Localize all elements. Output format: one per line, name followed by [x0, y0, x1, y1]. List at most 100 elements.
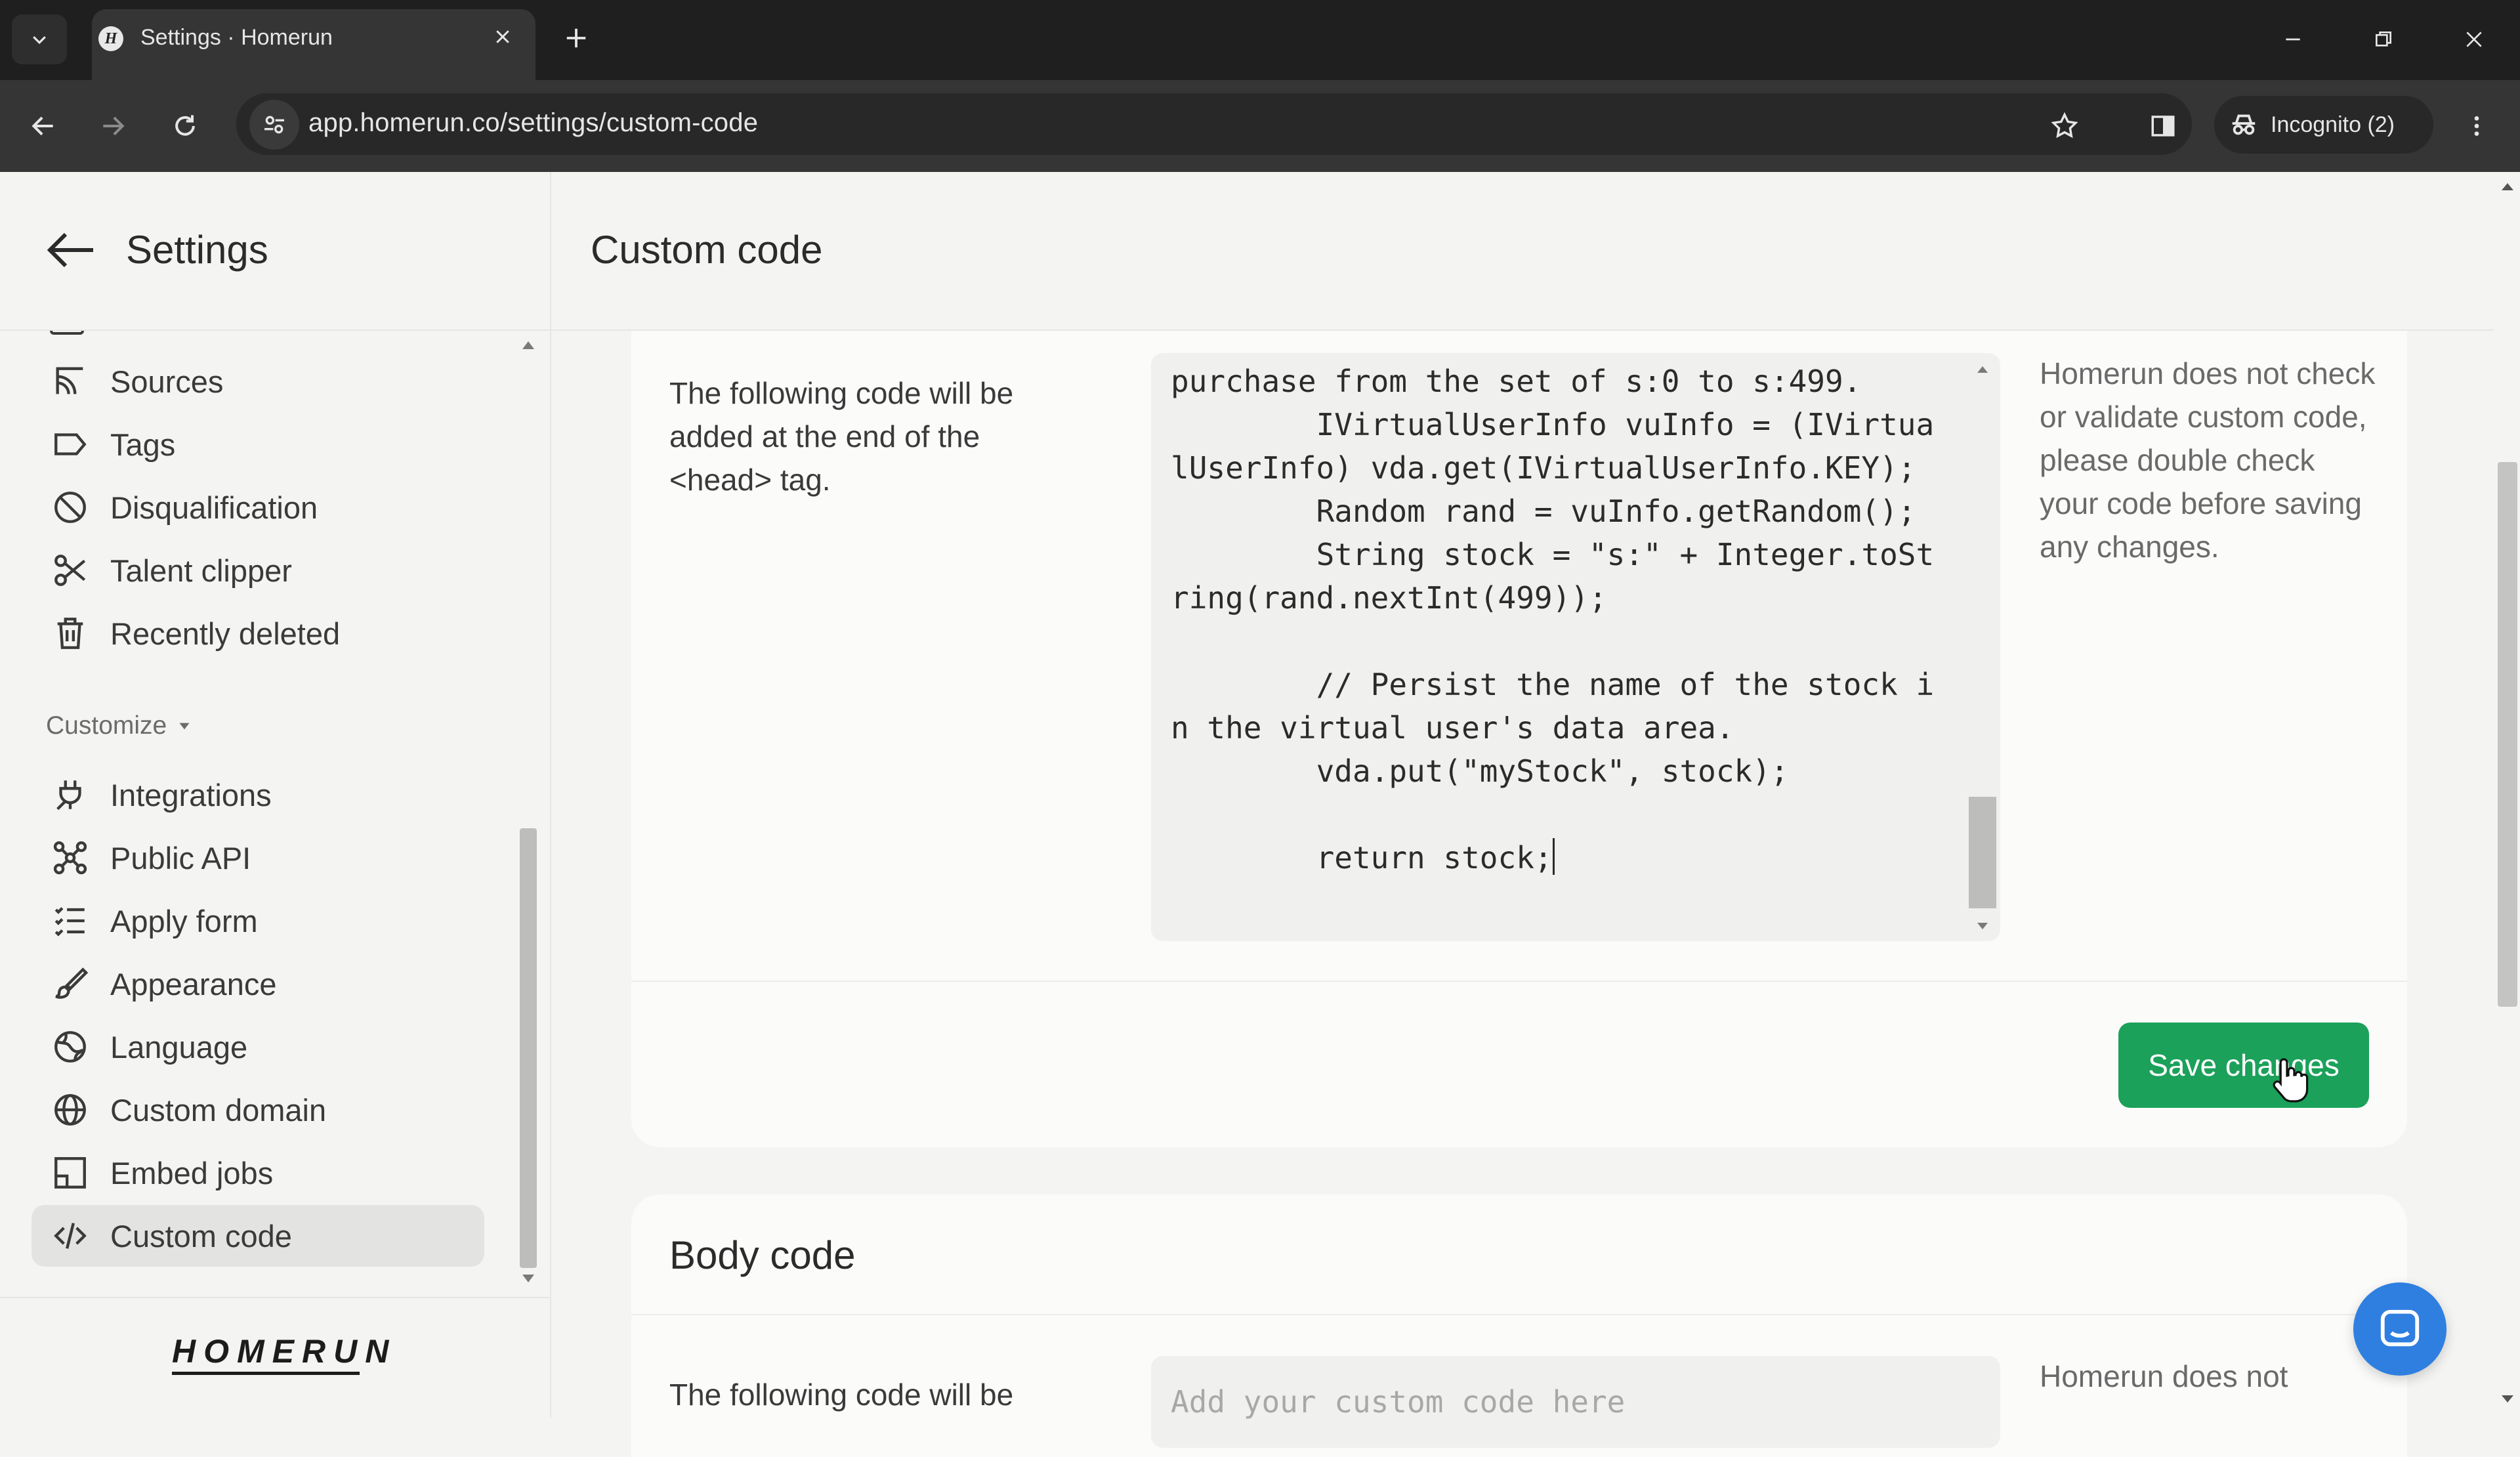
sidebar-scroll-thumb[interactable] [520, 828, 537, 1268]
new-tab-button[interactable] [558, 20, 595, 56]
globe-icon [49, 1088, 92, 1131]
reload-icon [175, 115, 195, 136]
sidebar-item-label: Custom code [110, 1218, 292, 1254]
sidebar-item-talent-clipper[interactable]: Talent clipper [32, 539, 484, 601]
restore-icon [2376, 32, 2391, 47]
chat-launcher-button[interactable] [2353, 1282, 2446, 1376]
close-window-button[interactable] [2448, 13, 2500, 66]
site-info-button[interactable] [249, 100, 299, 150]
arrow-left-icon [32, 116, 53, 136]
embed-icon [49, 1151, 92, 1194]
sidebar-item-integrations[interactable]: Integrations [32, 764, 484, 826]
scroll-up-icon [2502, 183, 2513, 190]
sidebar-title: Settings [126, 228, 268, 272]
close-icon [2466, 32, 2482, 47]
sidebar-item-tags[interactable]: Tags [32, 413, 484, 475]
sidebar-item-apply-form[interactable]: Apply form [32, 890, 484, 952]
star-icon [2051, 112, 2078, 138]
arrow-left-icon [47, 232, 93, 268]
sidebar-divider [0, 1297, 550, 1298]
head-code-editor[interactable]: purchase from the set of s:0 to s:499. I… [1151, 353, 2000, 941]
sidebar-item-label: Tags [110, 427, 176, 462]
chevron-down-icon [33, 36, 46, 45]
homerun-logo: HOMERUN [172, 1333, 397, 1370]
brush-icon [49, 962, 92, 1005]
scroll-up-icon[interactable] [1969, 360, 1996, 379]
scissors-icon [49, 549, 92, 592]
forward-button[interactable] [87, 100, 139, 152]
sidebar-item-custom-code[interactable]: Custom code [32, 1205, 484, 1267]
code-icon [49, 1214, 92, 1257]
logo-underline [172, 1372, 360, 1375]
list-icon [49, 899, 92, 942]
scroll-down-icon [522, 1275, 534, 1282]
sidebar-item-recently-deleted[interactable]: Recently deleted [32, 602, 484, 664]
sources-icon [49, 360, 92, 403]
close-icon [496, 30, 509, 43]
body-code-input[interactable] [1151, 1356, 2000, 1448]
head-code-description: The following code will be added at the … [669, 376, 1014, 497]
code-editor-scroll-thumb[interactable] [1969, 797, 1996, 908]
scroll-down-icon[interactable] [1969, 916, 1996, 936]
language-icon [49, 1025, 92, 1068]
sidebar-item-label: Sources [110, 364, 224, 399]
api-icon [49, 836, 92, 879]
caret-down-icon [179, 723, 190, 730]
back-button[interactable] [17, 100, 70, 152]
page-scroll-thumb[interactable] [2498, 462, 2517, 1007]
incognito-indicator[interactable]: Incognito (2) [2214, 96, 2433, 154]
head-code-text[interactable]: purchase from the set of s:0 to s:499. I… [1171, 360, 1952, 879]
side-panel-button[interactable] [2137, 100, 2189, 152]
sidebar-item-custom-domain[interactable]: Custom domain [32, 1079, 484, 1141]
plus-icon [566, 28, 586, 48]
body-code-warning-note: Homerun does not [2040, 1359, 2288, 1393]
body-code-title: Body code [669, 1233, 856, 1277]
sidebar-item-label: Integrations [110, 777, 272, 813]
sidebar-item-label: Custom domain [110, 1092, 327, 1128]
tab-close-button[interactable] [486, 20, 520, 54]
url-text[interactable]: app.homerun.co/settings/custom-code [308, 108, 758, 138]
incognito-icon [2232, 114, 2256, 135]
plug-icon [49, 773, 92, 816]
head-code-warning-note: Homerun does not check or validate custo… [2040, 356, 2376, 564]
bookmark-button[interactable] [2038, 100, 2091, 152]
sidebar-item-embed-jobs[interactable]: Embed jobs [32, 1142, 484, 1204]
sidebar-item-disqualification[interactable]: Disqualification [32, 476, 484, 538]
scroll-up-icon [522, 341, 534, 349]
minimize-icon [2286, 38, 2300, 41]
sidebar-item-label: Embed jobs [110, 1155, 274, 1191]
restore-window-button[interactable] [2357, 13, 2410, 66]
sidebar-item-label: Disqualification [110, 490, 318, 525]
customize-section-label: Customize [46, 711, 167, 740]
card-divider [631, 981, 2407, 982]
sidebar-item-sources[interactable]: Sources [32, 350, 484, 412]
side-panel-icon [2151, 116, 2175, 137]
main-header [551, 172, 2494, 331]
settings-back-button[interactable] [43, 227, 98, 273]
sidebar-item-label: Apply form [110, 903, 258, 939]
tag-icon [49, 423, 92, 466]
sidebar-item-appearance[interactable]: Appearance [32, 953, 484, 1015]
sidebar-item-label: Appearance [110, 966, 277, 1002]
sidebar-item-public-api[interactable]: Public API [32, 827, 484, 889]
more-vertical-icon [2474, 116, 2479, 136]
tab-search-button[interactable] [12, 14, 67, 64]
customize-section-toggle[interactable]: Customize [46, 711, 193, 740]
tab-title: Settings · Homerun [140, 25, 333, 50]
sidebar-item-label: Talent clipper [110, 553, 292, 588]
hand-pointer-icon [2273, 1058, 2309, 1103]
body-code-description: The following code will be [669, 1378, 1014, 1412]
save-changes-button[interactable]: Save changes [2118, 1023, 2369, 1108]
sidebar-item-label: Public API [110, 840, 251, 876]
reload-button[interactable] [159, 100, 211, 152]
page-title: Custom code [591, 228, 823, 272]
minimize-window-button[interactable] [2267, 13, 2319, 66]
sidebar-item-label: Recently deleted [110, 616, 341, 651]
trash-icon [49, 612, 92, 655]
text-caret [1552, 838, 1555, 875]
sidebar-item-language[interactable]: Language [32, 1016, 484, 1078]
browser-menu-button[interactable] [2450, 100, 2503, 152]
homerun-favicon-icon: H [98, 26, 123, 51]
card-divider [631, 1314, 2407, 1315]
sidebar-item-label: Language [110, 1029, 248, 1065]
